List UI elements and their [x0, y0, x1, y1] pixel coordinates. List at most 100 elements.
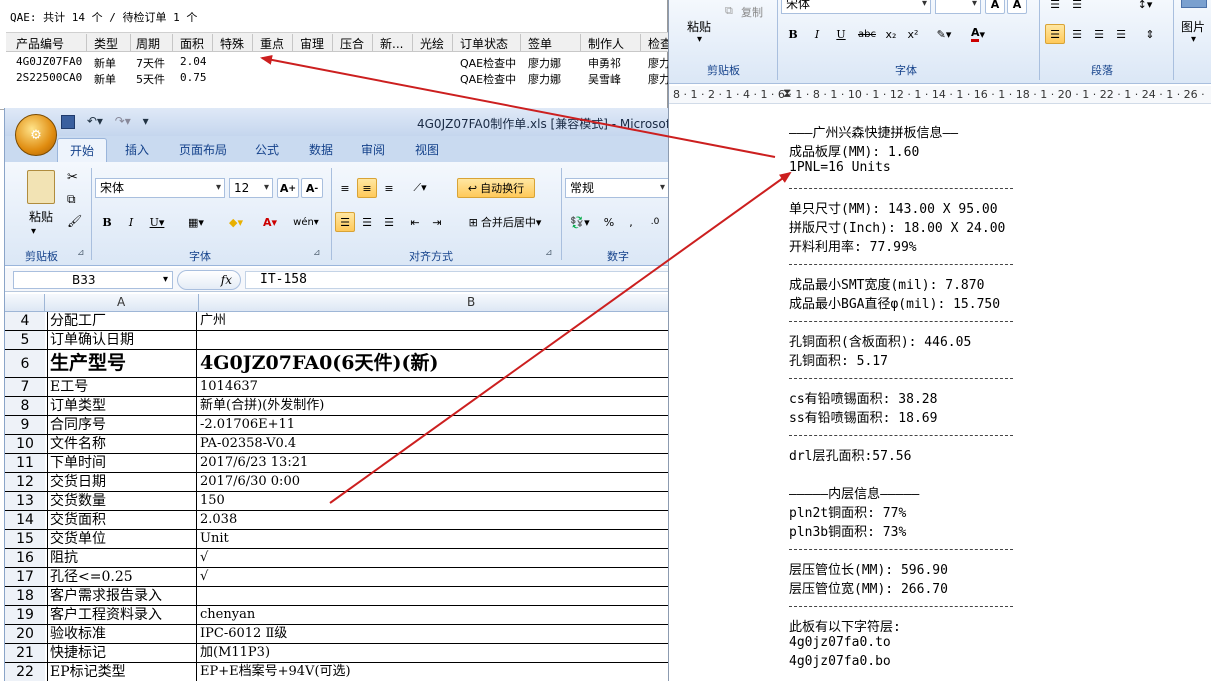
cell-b[interactable]: 4G0JZ07FA0(6天件)(新) [198, 350, 669, 377]
col-header-order-status[interactable]: 订单状态 [460, 35, 508, 52]
tab-data[interactable]: 数据 [309, 141, 333, 158]
redo-icon[interactable]: ↷▾ [115, 114, 131, 128]
col-header-special[interactable]: 特殊 [220, 35, 244, 52]
row-header[interactable]: 8 [5, 397, 45, 415]
col-header-key[interactable]: 重点 [260, 35, 284, 52]
cell-b[interactable]: 广州 [198, 312, 669, 330]
name-box[interactable]: B33 ▾ [13, 271, 173, 289]
word-align-right-icon[interactable]: ☰ [1089, 24, 1109, 44]
cell-b[interactable]: √ [198, 568, 669, 586]
table-row[interactable]: 4G0JZ07FA0 新单 7天件 2.04 QAE检查中 廖力娜 申勇祁 廖力 [6, 54, 668, 70]
row-header[interactable]: 19 [5, 606, 45, 624]
col-header-area[interactable]: 面积 [180, 35, 204, 52]
word-align-center-icon[interactable]: ☰ [1067, 24, 1087, 44]
borders-icon[interactable]: ▦▾ [179, 212, 213, 232]
font-size-select[interactable]: 12 [229, 178, 273, 198]
indent-marker-icon[interactable]: ⧗ [783, 86, 791, 101]
table-row[interactable]: 5 订单确认日期 [5, 331, 669, 350]
cell-b[interactable]: chenyan [198, 606, 669, 624]
row-header[interactable]: 18 [5, 587, 45, 605]
align-right-icon[interactable]: ☰ [379, 212, 399, 232]
cell-b[interactable]: IPC-6012 Ⅱ级 [198, 625, 669, 643]
col-header-photoplot[interactable]: 光绘 [420, 35, 444, 52]
row-header[interactable]: 21 [5, 644, 45, 662]
table-row[interactable]: 7 E工号 1014637 [5, 378, 669, 397]
cell-b[interactable]: 2017/6/23 13:21 [198, 454, 669, 472]
word-paste-label[interactable]: 粘贴 [687, 18, 711, 35]
word-line-spacing-icon[interactable]: ⇕ [1139, 24, 1161, 44]
cell-a[interactable]: E工号 [47, 378, 197, 396]
save-icon[interactable] [61, 114, 75, 129]
table-row[interactable]: 14 交货面积 2.038 [5, 511, 669, 530]
align-left-icon[interactable]: ☰ [335, 212, 355, 232]
word-strikethrough-icon[interactable]: abc [855, 24, 879, 44]
col-header-signer[interactable]: 签单 [528, 35, 552, 52]
row-header[interactable]: 16 [5, 549, 45, 567]
phonetic-icon[interactable]: wén▾ [289, 212, 323, 232]
cell-b[interactable]: 加(M11P3) [198, 644, 669, 662]
decrease-indent-icon[interactable]: ⇤ [405, 212, 425, 232]
worksheet-grid[interactable]: A B 4 分配工厂 广州 5 订单确认日期 6 生产型号 4G0JZ07FA0(6天件)(新… [5, 294, 669, 681]
cell-a[interactable]: 快捷标记 [47, 644, 197, 662]
table-row[interactable]: 22 EP标记类型 EP+E档案号+94V(可选) [5, 663, 669, 681]
format-painter-icon[interactable]: 🖌 [67, 214, 82, 228]
cell-b[interactable]: 2.038 [198, 511, 669, 529]
word-sort-icon[interactable]: ↕▾ [1129, 0, 1161, 14]
table-row[interactable]: 8 订单类型 新单(合拼)(外发制作) [5, 397, 669, 416]
cell-b[interactable] [198, 331, 669, 349]
cell-a[interactable]: 交货单位 [47, 530, 197, 548]
cell-b[interactable]: -2.01706E+11 [198, 416, 669, 434]
cell-b[interactable] [198, 587, 669, 605]
increase-indent-icon[interactable]: ⇥ [427, 212, 447, 232]
percent-icon[interactable]: % [599, 212, 619, 232]
word-bullets-icon[interactable]: ☰ [1045, 0, 1065, 14]
font-color-icon[interactable]: A▾ [255, 212, 285, 232]
wrap-text-button[interactable]: ↩ 自动换行 [457, 178, 535, 198]
grow-font-icon[interactable]: A + [277, 178, 299, 198]
word-copy-icon[interactable]: ⧉ [725, 4, 733, 18]
cell-b[interactable]: 2017/6/30 0:00 [198, 473, 669, 491]
cell-b[interactable]: 1014637 [198, 378, 669, 396]
horizontal-ruler[interactable]: 8 · 1 · 2 · 1 · 4 · 1 · 6 · 1 · 8 · 1 · … [669, 86, 1211, 104]
paste-icon[interactable] [27, 170, 55, 204]
orientation-icon[interactable]: ⟋▾ [405, 178, 435, 198]
tab-view[interactable]: 视图 [415, 141, 439, 158]
row-header[interactable]: 10 [5, 435, 45, 453]
row-header[interactable]: 22 [5, 663, 45, 681]
tab-page-layout[interactable]: 页面布局 [179, 141, 227, 158]
tab-review[interactable]: 审阅 [361, 141, 385, 158]
word-italic-icon[interactable]: I [807, 24, 827, 44]
merge-center-button[interactable]: ⊞ 合并后居中 ▾ [457, 212, 553, 232]
increase-decimal-icon[interactable]: .0 [643, 212, 667, 232]
bold-icon[interactable]: B [97, 212, 117, 232]
table-row[interactable]: 10 文件名称 PA-02358-V0.4 [5, 435, 669, 454]
cell-a[interactable]: 客户工程资料录入 [47, 606, 197, 624]
word-superscript-icon[interactable]: x² [903, 24, 923, 44]
select-all-corner[interactable] [5, 294, 45, 312]
row-header[interactable]: 12 [5, 473, 45, 491]
table-row[interactable]: 11 下单时间 2017/6/23 13:21 [5, 454, 669, 473]
document-page[interactable]: ———广州兴森快捷拼板信息—— 成品板厚(MM): 1.60 1PNL=16 Uni… [669, 104, 1211, 681]
undo-icon[interactable]: ↶▾ [87, 114, 103, 128]
cut-icon[interactable]: ✂ [67, 170, 78, 185]
insert-function-button[interactable]: fx [177, 270, 241, 290]
cell-a[interactable]: 客户需求报告录入 [47, 587, 197, 605]
row-header[interactable]: 11 [5, 454, 45, 472]
cell-a[interactable]: 交货面积 [47, 511, 197, 529]
table-row[interactable]: 19 客户工程资料录入 chenyan [5, 606, 669, 625]
row-header[interactable]: 9 [5, 416, 45, 434]
tab-insert[interactable]: 插入 [125, 141, 149, 158]
row-header[interactable]: 15 [5, 530, 45, 548]
cell-a[interactable]: 下单时间 [47, 454, 197, 472]
row-header[interactable]: 13 [5, 492, 45, 510]
word-font-name-select[interactable]: 宋体 [781, 0, 931, 14]
word-picture-label[interactable]: 图片 [1181, 18, 1205, 35]
cell-a[interactable]: 交货日期 [47, 473, 197, 491]
cell-a[interactable]: 文件名称 [47, 435, 197, 453]
table-row[interactable]: 15 交货单位 Unit [5, 530, 669, 549]
col-header-new[interactable]: 新... [380, 35, 410, 52]
table-row[interactable]: 21 快捷标记 加(M11P3) [5, 644, 669, 663]
cell-b[interactable]: PA-02358-V0.4 [198, 435, 669, 453]
word-picture-icon[interactable] [1181, 0, 1207, 8]
table-row[interactable]: 20 验收标准 IPC-6012 Ⅱ级 [5, 625, 669, 644]
